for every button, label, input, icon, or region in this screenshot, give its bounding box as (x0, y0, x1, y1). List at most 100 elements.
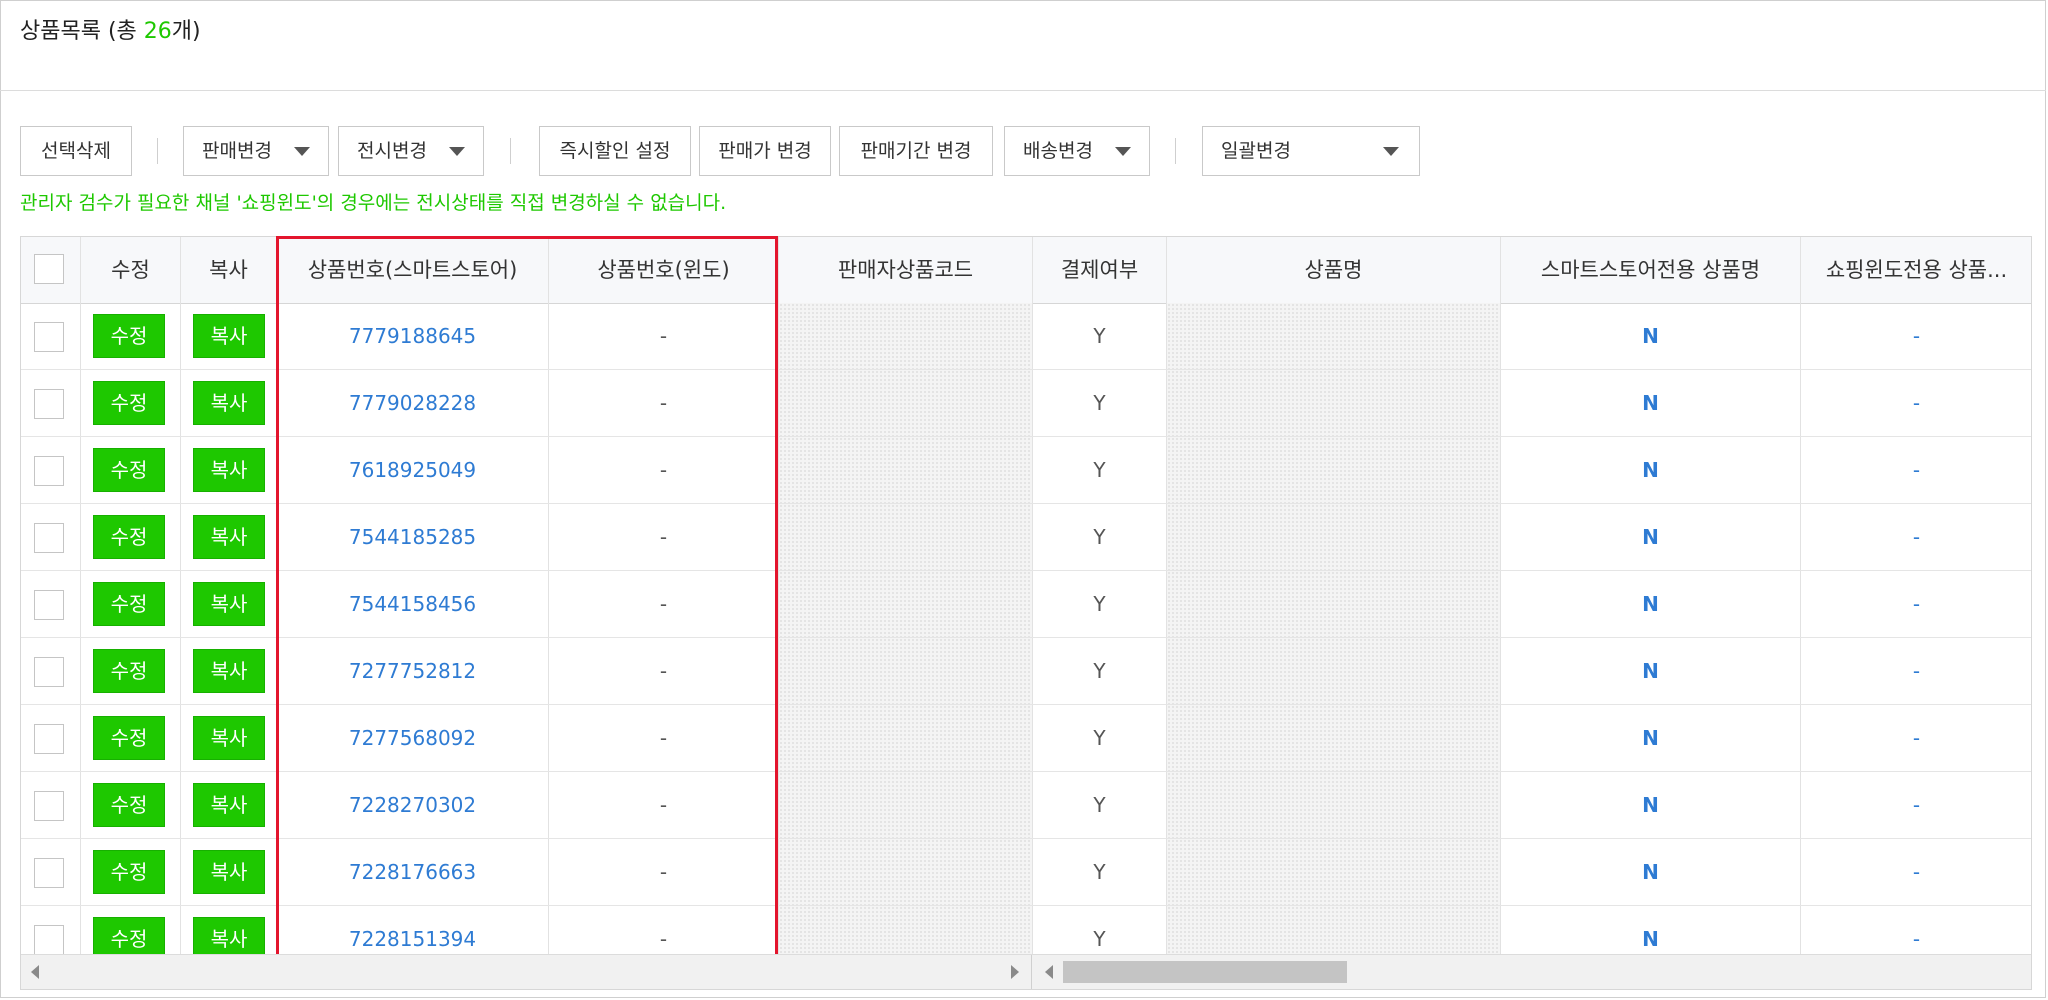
copy-button[interactable]: 복사 (193, 716, 265, 760)
window-name-cell[interactable]: - (1801, 370, 2031, 436)
window-name-cell[interactable]: - (1801, 839, 2031, 905)
window-name-cell[interactable]: - (1801, 571, 2031, 637)
window-name-cell[interactable]: - (1801, 504, 2031, 570)
bulk-change-dropdown[interactable]: 일괄변경 (1202, 126, 1420, 176)
copy-button[interactable]: 복사 (193, 314, 265, 358)
edit-button[interactable]: 수정 (93, 850, 165, 894)
edit-button[interactable]: 수정 (93, 448, 165, 492)
toolbar-separator (1175, 138, 1176, 164)
row-select-cell (21, 303, 81, 369)
edit-button[interactable]: 수정 (93, 314, 165, 358)
row-select-cell (21, 571, 81, 637)
toolbar-separator (510, 138, 511, 164)
copy-cell: 복사 (181, 370, 277, 436)
row-checkbox[interactable] (34, 590, 64, 620)
copy-cell: 복사 (181, 571, 277, 637)
display-change-dropdown[interactable]: 전시변경 (338, 126, 484, 176)
scroll-right-icon[interactable] (1011, 965, 1019, 979)
row-checkbox[interactable] (34, 925, 64, 955)
col-product-no-window[interactable]: 상품번호(윈도) (549, 237, 779, 303)
product-no-smartstore-link[interactable]: 7277752812 (277, 638, 549, 704)
row-checkbox[interactable] (34, 523, 64, 553)
seller-code-cell (779, 303, 1033, 369)
delete-selected-button[interactable]: 선택삭제 (20, 126, 132, 176)
row-checkbox[interactable] (34, 791, 64, 821)
col-smartstore-name[interactable]: 스마트스토어전용 상품명 (1501, 237, 1801, 303)
window-name-cell[interactable]: - (1801, 638, 2031, 704)
window-name-cell[interactable]: - (1801, 705, 2031, 771)
product-no-smartstore-link[interactable]: 7228270302 (277, 772, 549, 838)
smartstore-name-cell[interactable]: N (1501, 303, 1801, 369)
product-no-smartstore-link[interactable]: 7228176663 (277, 839, 549, 905)
product-no-window-cell: - (549, 772, 779, 838)
smartstore-name-cell[interactable]: N (1501, 437, 1801, 503)
edit-button[interactable]: 수정 (93, 649, 165, 693)
edit-cell: 수정 (81, 303, 181, 369)
header-divider (0, 90, 2046, 91)
window-name-cell[interactable]: - (1801, 437, 2031, 503)
col-seller-code[interactable]: 판매자상품코드 (779, 237, 1033, 303)
scrollbar-thumb[interactable] (1063, 961, 1347, 983)
edit-button[interactable]: 수정 (93, 515, 165, 559)
bulk-change-label: 일괄변경 (1221, 140, 1291, 162)
product-no-smartstore-link[interactable]: 7779188645 (277, 303, 549, 369)
product-no-window-cell: - (549, 437, 779, 503)
edit-cell: 수정 (81, 638, 181, 704)
smartstore-name-cell[interactable]: N (1501, 571, 1801, 637)
product-name-cell (1167, 504, 1501, 570)
smartstore-name-cell[interactable]: N (1501, 370, 1801, 436)
copy-button[interactable]: 복사 (193, 850, 265, 894)
seller-code-cell (779, 437, 1033, 503)
row-checkbox[interactable] (34, 389, 64, 419)
table-header: 수정 복사 상품번호(스마트스토어) 상품번호(윈도) 판매자상품코드 결제여부… (21, 237, 2031, 304)
smartstore-name-cell[interactable]: N (1501, 705, 1801, 771)
edit-button[interactable]: 수정 (93, 381, 165, 425)
product-no-smartstore-link[interactable]: 7277568092 (277, 705, 549, 771)
edit-button[interactable]: 수정 (93, 582, 165, 626)
row-select-cell (21, 839, 81, 905)
copy-button[interactable]: 복사 (193, 582, 265, 626)
product-no-smartstore-link[interactable]: 7779028228 (277, 370, 549, 436)
col-payment[interactable]: 결제여부 (1033, 237, 1167, 303)
select-all-checkbox[interactable] (34, 254, 64, 284)
row-checkbox[interactable] (34, 322, 64, 352)
copy-button[interactable]: 복사 (193, 649, 265, 693)
scroll-left-icon[interactable] (1045, 965, 1053, 979)
product-name-cell (1167, 303, 1501, 369)
instant-discount-button[interactable]: 즉시할인 설정 (539, 126, 691, 176)
smartstore-name-cell[interactable]: N (1501, 772, 1801, 838)
delivery-change-dropdown[interactable]: 배송변경 (1004, 126, 1150, 176)
edit-button[interactable]: 수정 (93, 716, 165, 760)
row-checkbox[interactable] (34, 657, 64, 687)
window-name-cell[interactable]: - (1801, 772, 2031, 838)
row-checkbox[interactable] (34, 456, 64, 486)
horizontal-scrollbar[interactable] (21, 954, 2031, 989)
copy-button[interactable]: 복사 (193, 515, 265, 559)
edit-button[interactable]: 수정 (93, 783, 165, 827)
period-change-button[interactable]: 판매기간 변경 (839, 126, 993, 176)
price-change-button[interactable]: 판매가 변경 (699, 126, 831, 176)
copy-cell: 복사 (181, 705, 277, 771)
smartstore-name-cell[interactable]: N (1501, 839, 1801, 905)
row-select-cell (21, 437, 81, 503)
row-checkbox[interactable] (34, 858, 64, 888)
copy-button[interactable]: 복사 (193, 448, 265, 492)
copy-button[interactable]: 복사 (193, 381, 265, 425)
copy-button[interactable]: 복사 (193, 783, 265, 827)
col-window-name[interactable]: 쇼핑윈도전용 상품... (1801, 237, 2031, 303)
payment-cell: Y (1033, 571, 1167, 637)
product-name-cell (1167, 839, 1501, 905)
product-no-smartstore-link[interactable]: 7618925049 (277, 437, 549, 503)
window-name-cell[interactable]: - (1801, 303, 2031, 369)
edit-cell: 수정 (81, 504, 181, 570)
sale-change-dropdown[interactable]: 판매변경 (183, 126, 329, 176)
col-product-no-smartstore[interactable]: 상품번호(스마트스토어) (277, 237, 549, 303)
product-name-cell (1167, 437, 1501, 503)
smartstore-name-cell[interactable]: N (1501, 504, 1801, 570)
product-no-smartstore-link[interactable]: 7544185285 (277, 504, 549, 570)
product-no-smartstore-link[interactable]: 7544158456 (277, 571, 549, 637)
scroll-left-icon[interactable] (31, 965, 39, 979)
row-checkbox[interactable] (34, 724, 64, 754)
col-product-name[interactable]: 상품명 (1167, 237, 1501, 303)
smartstore-name-cell[interactable]: N (1501, 638, 1801, 704)
